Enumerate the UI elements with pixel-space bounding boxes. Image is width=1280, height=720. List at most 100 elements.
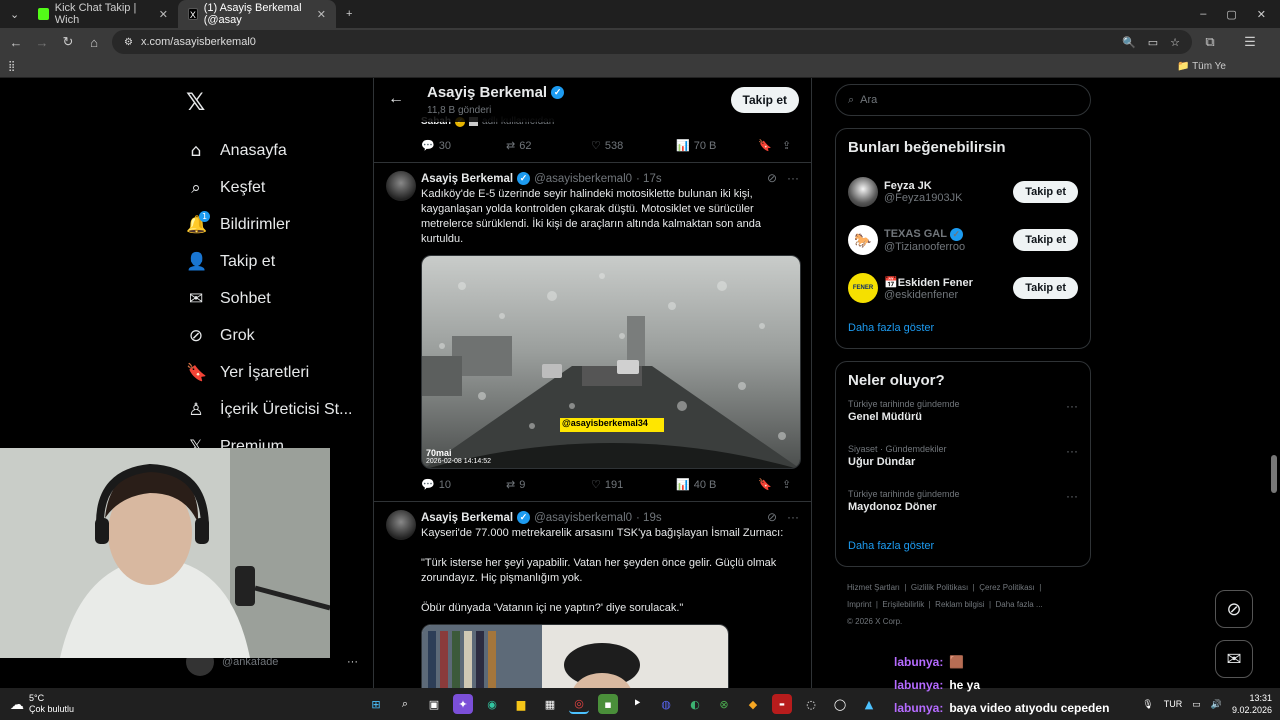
cast-icon[interactable]: ▭ xyxy=(1148,36,1158,49)
back-arrow-icon[interactable]: ← xyxy=(388,90,404,108)
show-more-link[interactable]: Daha fazla göster xyxy=(848,322,1078,334)
trend-item[interactable]: Siyaset · Gündemdekiler Uğur Dündar ··· xyxy=(848,440,1078,485)
more-icon[interactable]: ··· xyxy=(1066,444,1078,458)
network-icon[interactable]: ▭ xyxy=(1192,699,1201,710)
footer-link[interactable]: Erişilebilirlik xyxy=(882,600,924,609)
search-icon[interactable]: ⌕ xyxy=(395,694,415,714)
clock[interactable]: 13:31 9.02.2026 xyxy=(1232,692,1272,716)
reload-icon[interactable]: ↻ xyxy=(60,34,76,50)
mic-icon[interactable]: 🎙 xyxy=(1142,699,1153,710)
volume-icon[interactable]: 🔊 xyxy=(1211,699,1222,710)
trend-item[interactable]: Türkiye tarihinde gündemde Genel Müdürü … xyxy=(848,395,1078,440)
sidebar-icon[interactable]: ☰ xyxy=(1228,34,1272,50)
file-explorer-icon[interactable]: ▆ xyxy=(511,694,531,714)
author-handle[interactable]: @asayisberkemal0 xyxy=(534,173,632,185)
views-button[interactable]: 📊 40 B xyxy=(676,478,758,492)
discord-icon[interactable]: ◍ xyxy=(656,694,676,714)
cursor-app-icon[interactable]: ⯈ xyxy=(627,694,647,714)
views-button[interactable]: 📊 70 B xyxy=(676,139,758,153)
extensions-icon[interactable]: ⧉ xyxy=(1202,34,1218,50)
grok-icon[interactable]: ⊘ xyxy=(767,510,777,524)
chrome-icon[interactable]: ◎ xyxy=(569,694,589,714)
follow-button[interactable]: Takip et xyxy=(1013,277,1078,299)
share-icon[interactable]: ⇪ xyxy=(782,478,791,491)
start-icon[interactable]: ⊞ xyxy=(366,694,386,714)
nav-bookmarks[interactable]: 🔖 Yer İşaretleri xyxy=(186,354,366,391)
footer-link[interactable]: Daha fazla ... xyxy=(996,600,1043,609)
more-icon[interactable]: ··· xyxy=(787,510,799,524)
close-window-icon[interactable]: ✕ xyxy=(1257,8,1266,21)
footer-link[interactable]: Hizmet Şartları xyxy=(847,583,900,592)
store-icon[interactable]: ▦ xyxy=(540,694,560,714)
tab-menu-button[interactable]: ⌄ xyxy=(0,0,28,28)
suggestion-row[interactable]: FENER 📅Eskiden Fener @eskidenfener Takip … xyxy=(848,264,1078,312)
footer-link[interactable]: Imprint xyxy=(847,600,871,609)
footer-link[interactable]: Reklam bilgisi xyxy=(935,600,984,609)
nav-grok[interactable]: ⊘ Grok xyxy=(186,317,366,354)
footer-link[interactable]: Çerez Politikası xyxy=(979,583,1035,592)
edge-icon[interactable]: ◉ xyxy=(482,694,502,714)
nav-home[interactable]: ⌂ Anasayfa xyxy=(186,132,366,169)
tweet[interactable]: Asayiş Berkemal ✓ @asayisberkemal0 · 17s… xyxy=(374,163,811,501)
avatar[interactable] xyxy=(386,171,416,201)
tweet-image[interactable] xyxy=(421,624,729,688)
language-indicator[interactable]: TUR xyxy=(1164,699,1183,709)
weather-widget[interactable]: ☁ 5°C Çok bulutlu xyxy=(0,693,300,715)
forward-icon[interactable]: → xyxy=(34,35,50,50)
footer-link[interactable]: Gizlilik Politikası xyxy=(911,583,968,592)
nav-chat[interactable]: ✉ Sohbet xyxy=(186,280,366,317)
grok-icon[interactable]: ⊘ xyxy=(767,171,777,185)
minimize-icon[interactable]: – xyxy=(1200,8,1206,21)
nav-explore[interactable]: ⌕ Keşfet xyxy=(186,169,366,206)
nav-notifications[interactable]: 🔔 1 Bildirimler xyxy=(186,206,366,243)
bookmark-tweet-icon[interactable]: 🔖 xyxy=(758,139,782,152)
more-icon[interactable]: ··· xyxy=(787,171,799,185)
copilot-icon[interactable]: ✦ xyxy=(453,694,473,714)
tweet-video[interactable]: @asayisberkemal34 70mai 2026-02-08 14:14… xyxy=(421,255,801,469)
globe-icon[interactable]: ◐ xyxy=(685,694,705,714)
maximize-icon[interactable]: ▢ xyxy=(1226,8,1236,21)
page-scrollbar[interactable] xyxy=(1271,455,1277,493)
author-handle[interactable]: @asayisberkemal0 xyxy=(534,512,632,524)
avatar[interactable]: FENER xyxy=(848,273,878,303)
reply-button[interactable]: 💬 10 xyxy=(421,478,506,492)
all-bookmarks[interactable]: 📁 Tüm Ye xyxy=(1177,61,1226,72)
nav-follow[interactable]: 👤 Takip et xyxy=(186,243,366,280)
new-tab-button[interactable]: + xyxy=(336,0,362,28)
more-icon[interactable]: ··· xyxy=(1066,489,1078,503)
url-input[interactable]: ⚙ x.com/asayisberkemal0 🔍 ▭ ☆ xyxy=(112,30,1192,54)
tab-x[interactable]: X (1) Asayiş Berkemal (@asay ✕ xyxy=(178,0,336,28)
back-icon[interactable]: ← xyxy=(8,35,24,50)
suggestion-row[interactable]: 🐎 TEXAS GAL ✓ @Tizianooferroo Takip et xyxy=(848,216,1078,264)
site-info-icon[interactable]: ⚙ xyxy=(124,37,133,48)
nav-creator-studio[interactable]: ♙ İçerik Üreticisi St... xyxy=(186,391,366,428)
messages-fab-icon[interactable]: ✉ xyxy=(1215,640,1253,678)
reply-button[interactable]: 💬 30 xyxy=(421,139,506,153)
close-icon[interactable]: ✕ xyxy=(317,8,326,21)
avatar[interactable] xyxy=(848,177,878,207)
follow-button[interactable]: Takip et xyxy=(730,87,799,113)
author-name[interactable]: Asayiş Berkemal xyxy=(421,173,513,185)
suggestion-row[interactable]: Feyza JK @Feyza1903JK Takip et xyxy=(848,168,1078,216)
minecraft-icon[interactable]: ▪ xyxy=(598,694,618,714)
search-input[interactable]: ⌕ Ara xyxy=(835,84,1091,116)
tweet-time[interactable]: · 17s xyxy=(636,173,662,185)
repost-button[interactable]: ⇄ 62 xyxy=(506,139,591,153)
follow-button[interactable]: Takip et xyxy=(1013,229,1078,251)
tweet[interactable]: Asayiş Berkemal ✓ @asayisberkemal0 · 19s… xyxy=(374,502,811,688)
photos-icon[interactable]: ▲ xyxy=(859,694,879,714)
like-button[interactable]: ♡ 538 xyxy=(591,139,676,153)
app-icon[interactable]: ◆ xyxy=(743,694,763,714)
like-button[interactable]: ♡ 191 xyxy=(591,478,676,492)
bookmark-tweet-icon[interactable]: 🔖 xyxy=(758,478,782,491)
game-icon[interactable]: ▬ xyxy=(772,694,792,714)
trend-item[interactable]: Türkiye tarihinde gündemde Maydonoz Döne… xyxy=(848,485,1078,530)
show-more-link[interactable]: Daha fazla göster xyxy=(848,540,1078,552)
apps-icon[interactable]: ⣿ xyxy=(8,61,15,72)
repost-button[interactable]: ⇄ 9 xyxy=(506,478,591,492)
share-icon[interactable]: ⇪ xyxy=(782,139,791,152)
tab-kick[interactable]: Kick Chat Takip | Wich ✕ xyxy=(28,0,178,28)
follow-button[interactable]: Takip et xyxy=(1013,181,1078,203)
task-view-icon[interactable]: ▣ xyxy=(424,694,444,714)
avatar[interactable]: 🐎 xyxy=(848,225,878,255)
